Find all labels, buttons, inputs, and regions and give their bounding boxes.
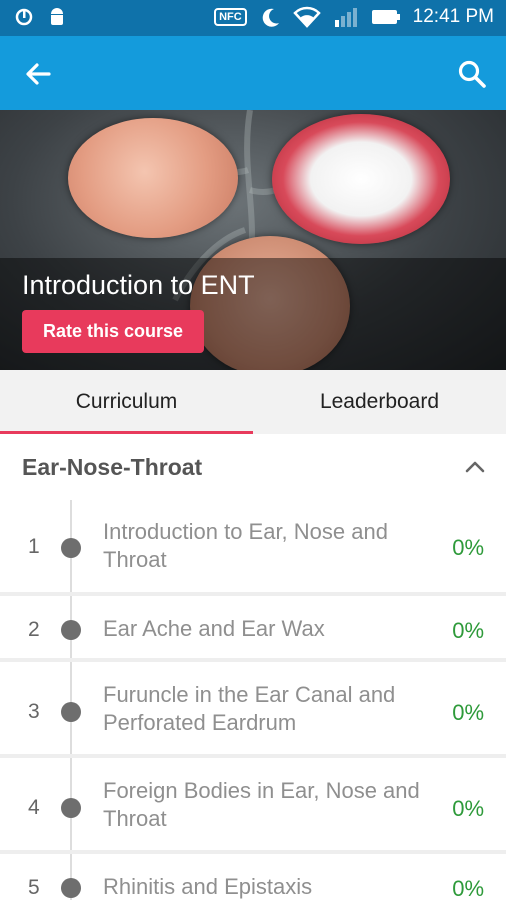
android-icon [51,8,63,25]
lesson-dot [61,538,81,558]
lesson-progress: 0% [452,796,484,821]
lesson-number: 2 [28,618,40,641]
lesson-title: Ear Ache and Ear Wax [103,616,325,641]
ear-image [68,118,238,238]
lesson-dot [61,620,81,640]
lesson-progress: 0% [452,535,484,560]
status-left-icons [14,7,66,27]
tab-curriculum[interactable]: Curriculum [0,370,253,434]
lesson-dot [61,878,81,898]
section-header[interactable]: Ear-Nose-Throat [0,434,506,500]
lesson-number: 1 [28,535,40,558]
lesson-progress: 0% [452,700,484,725]
status-time: 12:41 PM [412,6,494,27]
course-title: Introduction to ENT [22,270,255,300]
wifi-icon [292,6,321,28]
app-bar [0,36,506,110]
tab-leaderboard[interactable]: Leaderboard [253,370,506,434]
status-right-icons: NFC 12:41 PM [214,6,494,28]
battery-icon [371,10,400,24]
lesson-row[interactable]: 1 Introduction to Ear, Nose and Throat 0… [0,500,506,592]
lesson-number: 4 [28,796,40,819]
rate-course-button[interactable]: Rate this course [22,310,204,353]
section-title: Ear-Nose-Throat [22,454,203,480]
curriculum-section: Ear-Nose-Throat 1 Introduction to Ear, N… [0,434,506,900]
notification-icon [15,8,33,26]
lesson-progress: 0% [452,876,484,900]
lesson-title: Furuncle in the Ear Canal and Perforated… [103,682,396,735]
signal-icon [334,8,357,27]
lesson-progress: 0% [452,618,484,643]
lesson-dot [61,702,81,722]
course-hero-banner: Introduction to ENT Rate this course [0,110,506,370]
lesson-title: Introduction to Ear, Nose and Throat [103,519,388,572]
course-tabs: Curriculum Leaderboard [0,370,506,434]
search-icon[interactable] [456,58,488,90]
lesson-title: Foreign Bodies in Ear, Nose and Throat [103,778,420,831]
lesson-row[interactable]: 2 Ear Ache and Ear Wax 0% [0,596,506,658]
lesson-dot [61,798,81,818]
lesson-number: 3 [28,700,40,723]
teeth-image [272,114,450,244]
back-arrow-icon[interactable] [22,58,54,90]
lesson-row[interactable]: 4 Foreign Bodies in Ear, Nose and Throat… [0,758,506,850]
chevron-up-icon [465,461,485,473]
lesson-row[interactable]: 3 Furuncle in the Ear Canal and Perforat… [0,662,506,754]
status-bar: NFC 12:41 PM [0,0,506,36]
nfc-icon: NFC [214,8,247,26]
lesson-number: 5 [28,876,40,899]
moon-icon [262,8,279,27]
lesson-row[interactable]: 5 Rhinitis and Epistaxis 0% [0,854,506,900]
lesson-title: Rhinitis and Epistaxis [103,874,313,899]
